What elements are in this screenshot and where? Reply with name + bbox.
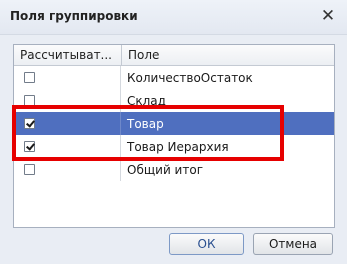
field-name: КоличествоОстаток xyxy=(127,70,253,85)
field-name: Общий итог xyxy=(127,162,203,177)
grouping-fields-table[interactable]: Рассчитыват... Поле КоличествоОстаток Ск… xyxy=(13,44,335,228)
window-title: Поля группировки xyxy=(10,9,138,23)
row-checkbox[interactable] xyxy=(24,95,35,106)
row-checkbox[interactable] xyxy=(24,72,35,83)
row-checkbox[interactable] xyxy=(24,141,35,152)
field-name: Товар Иерархия xyxy=(127,139,229,154)
calculate-cell xyxy=(14,89,121,112)
table-row[interactable]: Товар Иерархия xyxy=(14,135,334,158)
field-name: Склад xyxy=(127,93,166,108)
field-name: Товар xyxy=(127,116,164,131)
table-header: Рассчитыват... Поле xyxy=(14,45,334,66)
close-icon[interactable]: ✕ xyxy=(317,5,339,27)
table-row[interactable]: Общий итог xyxy=(14,158,334,181)
row-checkbox[interactable] xyxy=(24,164,35,175)
column-header-field[interactable]: Поле xyxy=(122,45,334,65)
row-checkbox[interactable] xyxy=(24,118,35,129)
calculate-cell xyxy=(14,112,121,135)
calculate-cell xyxy=(14,158,121,181)
column-header-calculate[interactable]: Рассчитыват... xyxy=(14,45,122,65)
calculate-cell xyxy=(14,135,121,158)
title-bar: Поля группировки ✕ xyxy=(0,0,347,35)
table-row[interactable]: Склад xyxy=(14,89,334,112)
cancel-button[interactable]: Отмена xyxy=(253,233,333,255)
ok-button[interactable]: ОК xyxy=(169,233,244,255)
table-row[interactable]: Товар xyxy=(14,112,334,135)
table-row[interactable]: КоличествоОстаток xyxy=(14,66,334,89)
calculate-cell xyxy=(14,66,121,89)
